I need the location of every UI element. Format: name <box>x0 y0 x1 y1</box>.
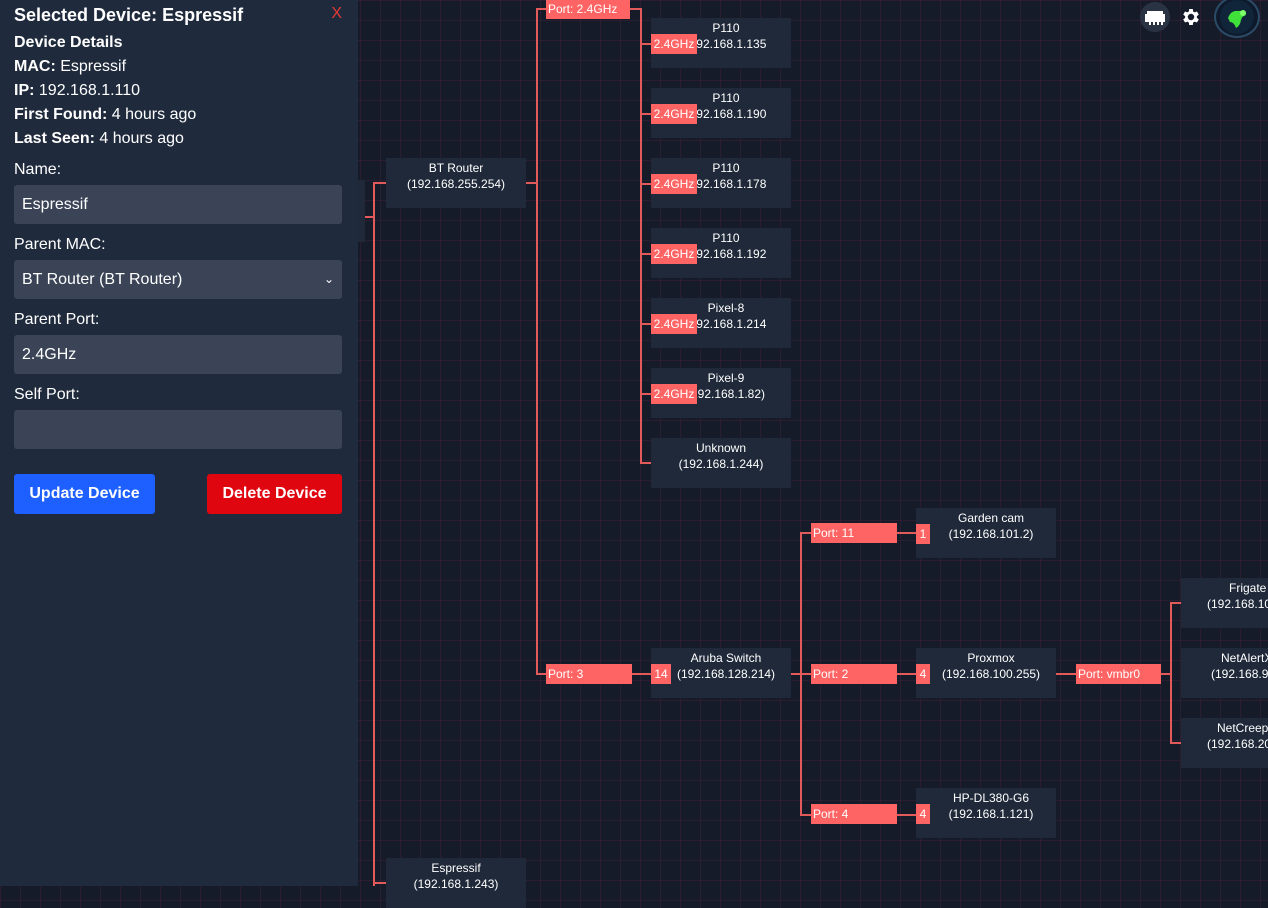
parent-mac-label: Parent MAC: <box>14 236 106 253</box>
mac-row: MAC: Espressif <box>14 55 342 79</box>
node-name: NetAlertX <box>1221 651 1268 665</box>
sidebar-title: Selected Device: Espressif <box>14 5 244 25</box>
link-line <box>1056 673 1077 675</box>
node-ip: (192.168.1.121) <box>948 807 1034 821</box>
node-ip: (192.168.255.254) <box>406 177 506 191</box>
gear-icon[interactable] <box>1176 2 1206 32</box>
parent-port-label: Parent Port: <box>14 311 100 328</box>
parent-port-input[interactable] <box>14 335 342 374</box>
self-port-label: 2.4GHz <box>651 244 697 264</box>
node-unknown[interactable]: Unknown (192.168.1.244) <box>651 438 791 488</box>
link-line <box>373 882 386 884</box>
self-port-label: Self Port: <box>14 386 80 403</box>
node-garden-cam[interactable]: Garden cam (192.168.101.2) <box>916 508 1056 558</box>
node-frigate[interactable]: Frigate (192.168.10 <box>1181 578 1268 628</box>
node-proxmox[interactable]: Proxmox (192.168.100.255) <box>916 648 1056 698</box>
last-seen-value: 4 hours ago <box>99 130 184 147</box>
self-port-label: 4 <box>916 664 930 684</box>
node-name: Espressif <box>431 861 481 875</box>
link-line <box>1170 602 1172 744</box>
link-line <box>800 673 811 675</box>
self-port-label: 2.4GHz <box>651 174 697 194</box>
node-ip: (192.168.20 <box>1207 737 1268 751</box>
link-line <box>897 532 917 534</box>
node-ip: (192.168.101.2) <box>948 527 1034 541</box>
link-line <box>536 673 546 675</box>
node-ip: (192.168.10 <box>1207 597 1268 611</box>
chevron-down-icon: ⌄ <box>323 272 334 286</box>
node-name: Aruba Switch <box>690 651 762 665</box>
self-port-input[interactable] <box>14 410 342 449</box>
node-name: Frigate <box>1229 581 1267 595</box>
node-netalertx[interactable]: NetAlertX (192.168.99 <box>1181 648 1268 698</box>
node-hp-dl380-g6[interactable]: HP-DL380-G6 (192.168.1.121) <box>916 788 1056 838</box>
self-port-label: 4 <box>916 804 930 824</box>
port-label-2: Port: 2 <box>811 664 897 684</box>
ip-label: IP: <box>14 82 35 99</box>
self-port-label: 14 <box>651 664 671 684</box>
node-ip: (192.168.99 <box>1211 667 1268 681</box>
node-name: Proxmox <box>967 651 1015 665</box>
link-line <box>897 673 917 675</box>
self-port-label: 2.4GHz <box>651 384 697 404</box>
ethernet-icon[interactable] <box>1140 2 1170 32</box>
link-line <box>536 8 546 10</box>
update-device-button[interactable]: Update Device <box>14 474 155 514</box>
link-line <box>897 814 917 816</box>
delete-device-button[interactable]: Delete Device <box>207 474 342 514</box>
link-line <box>632 673 652 675</box>
node-name: NetCreep <box>1217 721 1268 735</box>
close-button[interactable]: X <box>331 5 342 23</box>
node-ip: (192.168.1.244) <box>678 457 764 471</box>
node-name: Unknown <box>695 441 747 455</box>
port-label-4: Port: 4 <box>811 804 897 824</box>
last-seen-row: Last Seen: 4 hours ago <box>14 127 342 151</box>
mac-value: Espressif <box>60 58 127 75</box>
device-sidebar: Selected Device: Espressif X Device Deta… <box>0 0 358 886</box>
details-heading: Device Details <box>14 34 123 51</box>
port-label-vmbr0: Port: vmbr0 <box>1076 664 1161 684</box>
port-label-2-4ghz: Port: 2.4GHz <box>546 0 630 19</box>
node-aruba-switch[interactable]: Aruba Switch (192.168.128.214) <box>651 648 791 698</box>
ip-row: IP: 192.168.1.110 <box>14 79 342 103</box>
link-line <box>373 182 375 886</box>
node-ip: (192.168.128.214) <box>676 667 776 681</box>
link-line <box>800 814 811 816</box>
node-bt-router[interactable]: BT Router (192.168.255.254) <box>386 158 526 208</box>
link-line <box>536 8 538 675</box>
self-port-label: 2.4GHz <box>651 34 697 54</box>
node-ip: (192.168.100.255) <box>941 667 1041 681</box>
node-netcreep[interactable]: NetCreep (192.168.20 <box>1181 718 1268 768</box>
first-found-value: 4 hours ago <box>111 106 197 123</box>
parent-mac-value: BT Router (BT Router) <box>22 271 183 288</box>
node-ip: (192.168.1.243) <box>413 877 499 891</box>
node-name: HP-DL380-G6 <box>952 791 1030 805</box>
action-buttons: Update Device Delete Device <box>14 474 342 514</box>
port-label-3: Port: 3 <box>546 664 632 684</box>
mac-label: MAC: <box>14 58 56 75</box>
link-line <box>800 532 811 534</box>
self-port-label: 2.4GHz <box>651 314 697 334</box>
ip-value: 192.168.1.110 <box>38 82 141 99</box>
node-name: Garden cam <box>957 511 1025 525</box>
name-input[interactable] <box>14 185 342 224</box>
self-port-label: 1 <box>916 524 930 544</box>
name-label: Name: <box>14 161 62 178</box>
device-details: Device Details MAC: Espressif IP: 192.16… <box>14 31 342 151</box>
self-port-label: 2.4GHz <box>651 104 697 124</box>
first-found-row: First Found: 4 hours ago <box>14 103 342 127</box>
root-node-edge <box>358 180 365 242</box>
node-espressif[interactable]: Espressif (192.168.1.243) <box>386 858 526 908</box>
parent-mac-select[interactable]: BT Router (BT Router) ⌄ <box>14 260 342 299</box>
port-label-11: Port: 11 <box>811 523 897 543</box>
link-line <box>373 182 386 184</box>
last-seen-label: Last Seen: <box>14 130 95 147</box>
node-name: BT Router <box>428 161 484 175</box>
first-found-label: First Found: <box>14 106 108 123</box>
